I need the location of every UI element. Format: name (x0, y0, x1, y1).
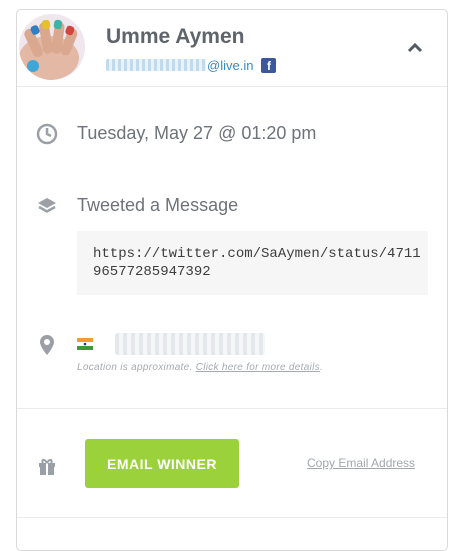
map-pin-icon (36, 334, 58, 356)
tweet-message: https://twitter.com/SaAymen/status/47119… (77, 231, 428, 295)
email-redacted (106, 59, 206, 71)
location-note: Location is approximate. Click here for … (77, 362, 324, 373)
chevron-up-icon[interactable] (407, 40, 423, 53)
layers-icon (36, 195, 58, 217)
location-note-text: Location is approximate. (77, 362, 193, 373)
facebook-icon: f (261, 57, 277, 73)
gift-icon (36, 455, 58, 477)
entry-action: Tweeted a Message (77, 195, 239, 215)
location-redacted (115, 333, 265, 355)
email-winner-button[interactable]: EMAIL WINNER (85, 439, 239, 488)
divider (17, 86, 447, 87)
copy-email-link[interactable]: Copy Email Address (307, 456, 415, 470)
user-email: @live.in f (106, 56, 277, 74)
entry-card: Umme Aymen @live.in f Tuesday, May 27 @ … (16, 9, 448, 551)
entry-date: Tuesday, May 27 @ 01:20 pm (77, 123, 317, 143)
email-domain[interactable]: @live.in (207, 58, 253, 73)
clock-icon (36, 123, 58, 145)
divider (17, 517, 447, 518)
india-flag-icon (77, 337, 93, 350)
divider (17, 408, 447, 409)
user-name: Umme Aymen (106, 25, 245, 48)
avatar (19, 14, 85, 80)
entry-header: Umme Aymen @live.in f (17, 10, 447, 86)
location-details-link[interactable]: Click here for more details (196, 362, 320, 373)
